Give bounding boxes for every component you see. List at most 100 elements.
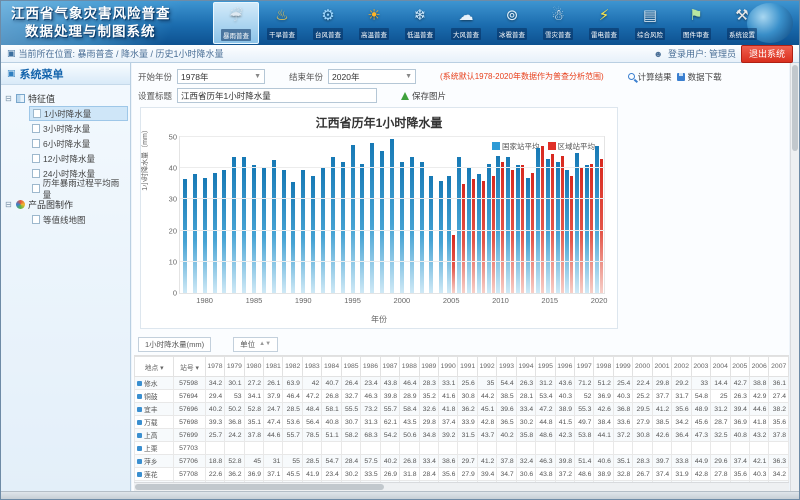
bar-national-2017[interactable] <box>565 170 569 293</box>
cell-place[interactable]: 上高 <box>135 429 174 442</box>
toolbar-item-low-temp[interactable]: ❄低温普查 <box>397 2 443 44</box>
bar-national-2014[interactable] <box>536 148 540 293</box>
col-header-year-2007[interactable]: 2007 <box>769 357 789 377</box>
bar-national-2015[interactable] <box>546 159 550 293</box>
col-header-year-2006[interactable]: 2006 <box>749 357 768 377</box>
cell-place[interactable]: 万载 <box>135 416 174 429</box>
bar-national-2008[interactable] <box>477 174 481 293</box>
bar-national-1996[interactable] <box>360 164 364 293</box>
bar-regional-2014[interactable] <box>541 146 544 293</box>
col-header-year-1983[interactable]: 1983 <box>302 357 321 377</box>
col-header-year-1980[interactable]: 1980 <box>244 357 263 377</box>
bar-national-2020[interactable] <box>595 146 599 293</box>
toolbar-item-high-temp[interactable]: ☀高温普查 <box>351 2 397 44</box>
col-header-year-1992[interactable]: 1992 <box>477 357 496 377</box>
bar-national-2018[interactable] <box>575 153 579 293</box>
bar-national-1988[interactable] <box>282 170 286 293</box>
col-header-year-1993[interactable]: 1993 <box>497 357 516 377</box>
cell-place[interactable]: 宜丰 <box>135 403 174 416</box>
unit-selector[interactable]: 单位 ▲▼ <box>233 337 278 352</box>
col-header-year-1985[interactable]: 1985 <box>341 357 360 377</box>
horizontal-scrollbar[interactable] <box>134 482 789 491</box>
vertical-scrollbar[interactable] <box>790 63 799 491</box>
bar-regional-2015[interactable] <box>551 154 554 293</box>
bar-national-1987[interactable] <box>272 160 276 293</box>
chart-title-input[interactable]: 江西省历年1小时降水量 <box>177 88 377 103</box>
col-header-year-1998[interactable]: 1998 <box>594 357 613 377</box>
col-header-year-1987[interactable]: 1987 <box>380 357 399 377</box>
calculate-button[interactable]: 计算结果 <box>628 71 672 83</box>
bar-national-1994[interactable] <box>341 162 345 293</box>
toolbar-item-map-review[interactable]: ⚑图件审查 <box>673 2 719 44</box>
bar-national-2010[interactable] <box>496 156 500 293</box>
col-header-year-1990[interactable]: 1990 <box>438 357 457 377</box>
bar-regional-2020[interactable] <box>600 159 603 293</box>
tree-leaf-0-0[interactable]: 1小时降水量 <box>29 106 128 121</box>
start-year-select[interactable]: 1978年 ▼ <box>177 69 265 84</box>
download-button[interactable]: 数据下载 <box>677 71 722 83</box>
bar-regional-2017[interactable] <box>570 176 573 293</box>
bar-national-2011[interactable] <box>506 157 510 293</box>
bar-national-1998[interactable] <box>380 151 384 293</box>
tree-leaf-0-3[interactable]: 12小时降水量 <box>29 151 128 166</box>
col-header-year-2005[interactable]: 2005 <box>730 357 749 377</box>
col-header-year-1996[interactable]: 1996 <box>555 357 574 377</box>
bar-national-1983[interactable] <box>232 157 236 293</box>
col-header-year-2001[interactable]: 2001 <box>652 357 671 377</box>
col-header-year-1978[interactable]: 1978 <box>205 357 224 377</box>
bar-national-1981[interactable] <box>213 173 217 293</box>
col-header-year-1988[interactable]: 1988 <box>400 357 419 377</box>
bar-national-1990[interactable] <box>301 170 305 293</box>
tree-leaf-0-5[interactable]: 历年暴雨过程平均雨量 <box>29 181 128 196</box>
toolbar-item-hail[interactable]: ⊚冰雹普查 <box>489 2 535 44</box>
bar-national-1980[interactable] <box>203 178 207 293</box>
col-header-year-1984[interactable]: 1984 <box>322 357 341 377</box>
bar-national-1979[interactable] <box>193 174 197 293</box>
bar-regional-2007[interactable] <box>472 179 475 293</box>
bar-national-1997[interactable] <box>370 143 374 293</box>
bar-regional-2005[interactable] <box>452 235 455 293</box>
tree-node-0[interactable]: ⊟特征值 <box>5 90 128 106</box>
toolbar-item-rainstorm[interactable]: ☔暴雨普查 <box>213 2 259 44</box>
bar-national-2009[interactable] <box>487 164 491 293</box>
toolbar-item-drought[interactable]: ♨干旱普查 <box>259 2 305 44</box>
col-header-year-1997[interactable]: 1997 <box>575 357 594 377</box>
data-table-wrap[interactable]: 地点 ▾站号 ▾19781979198019811982198319841985… <box>134 355 789 493</box>
bar-national-1993[interactable] <box>331 157 335 293</box>
bar-national-2000[interactable] <box>400 162 404 293</box>
bar-regional-2011[interactable] <box>511 170 514 293</box>
bar-regional-2013[interactable] <box>531 173 534 293</box>
col-header-year-1999[interactable]: 1999 <box>613 357 632 377</box>
bar-national-2006[interactable] <box>457 157 461 293</box>
bar-national-2001[interactable] <box>410 157 414 293</box>
tree-toggle-icon[interactable]: ⊟ <box>5 94 13 103</box>
bar-national-1982[interactable] <box>222 170 226 293</box>
bar-national-2005[interactable] <box>447 176 451 293</box>
col-header-year-1982[interactable]: 1982 <box>283 357 302 377</box>
bar-regional-2016[interactable] <box>561 156 564 293</box>
vertical-scrollbar-thumb[interactable] <box>792 65 798 151</box>
cell-place[interactable]: 上栗 <box>135 442 174 455</box>
bar-national-1991[interactable] <box>311 176 315 293</box>
col-header-year-1981[interactable]: 1981 <box>264 357 283 377</box>
col-header-year-2004[interactable]: 2004 <box>711 357 730 377</box>
col-header-year-1979[interactable]: 1979 <box>225 357 244 377</box>
toolbar-item-settings[interactable]: ⚒系统设置 <box>719 2 765 44</box>
col-header-year-1986[interactable]: 1986 <box>361 357 380 377</box>
bar-regional-2009[interactable] <box>492 176 495 293</box>
bar-national-1999[interactable] <box>390 139 394 293</box>
cell-place[interactable]: 铜鼓 <box>135 390 174 403</box>
col-header-year-2002[interactable]: 2002 <box>672 357 691 377</box>
cell-place[interactable]: 莲花 <box>135 468 174 481</box>
col-header-place[interactable]: 地点 ▾ <box>135 357 174 377</box>
bar-national-1978[interactable] <box>183 179 187 293</box>
bar-national-2013[interactable] <box>526 178 530 293</box>
bar-national-1984[interactable] <box>242 157 246 293</box>
col-header-year-2000[interactable]: 2000 <box>633 357 652 377</box>
toolbar-item-lightning[interactable]: ⚡雷电普查 <box>581 2 627 44</box>
end-year-select[interactable]: 2020年 ▼ <box>328 69 416 84</box>
tree-leaf-1-0[interactable]: 等值线地图 <box>29 212 128 227</box>
bar-national-2002[interactable] <box>420 162 424 293</box>
logout-button[interactable]: 退出系统 <box>741 45 793 63</box>
cell-place[interactable]: 修水 <box>135 377 174 390</box>
